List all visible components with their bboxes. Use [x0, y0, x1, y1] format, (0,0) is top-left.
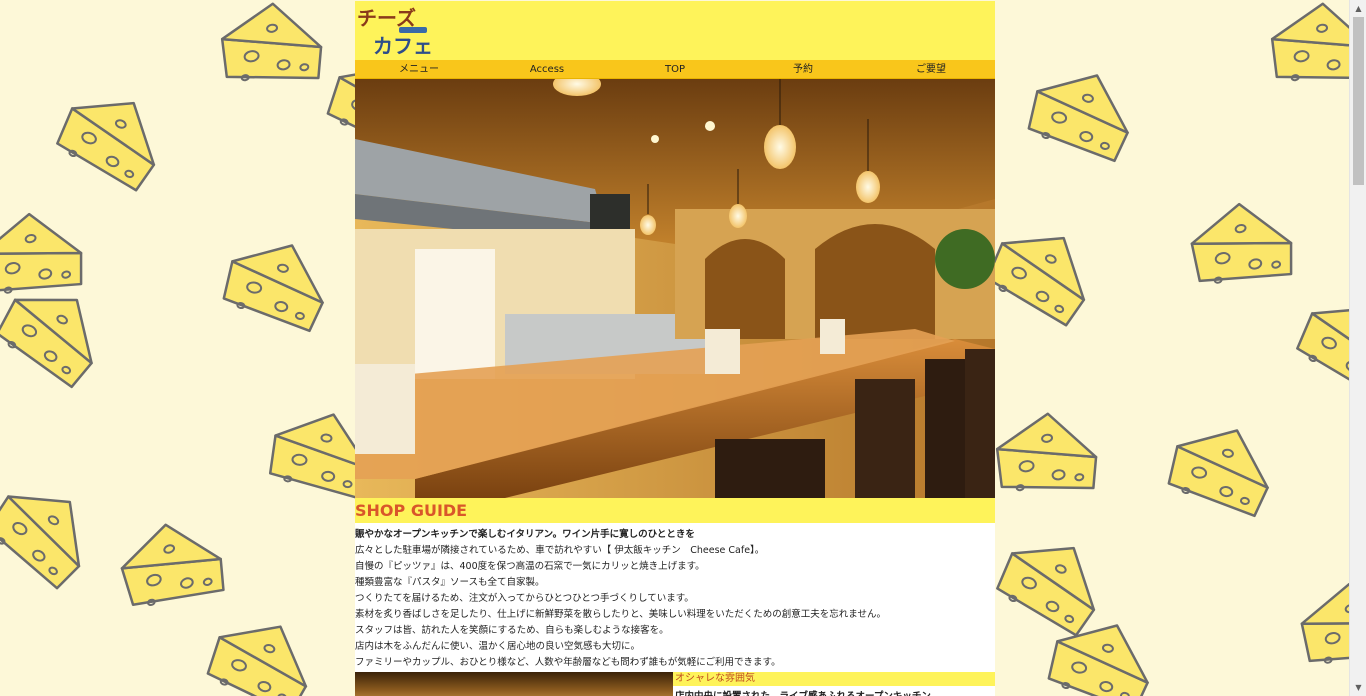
nav-access[interactable]: Access — [483, 60, 611, 78]
shop-guide-text: 賑やかなオープンキッチンで楽しむイタリアン。ワイン片手に寛しのひとときを 広々と… — [355, 523, 995, 671]
guide-line: つくりたてを届けるため、注文が入ってからひとつひとつ手づくりしています。 — [355, 593, 694, 604]
guide-line: 自慢の『ピッツァ』は、400度を保つ高温の石窯で一気にカリッと焼き上げます。 — [355, 561, 705, 572]
cheese-wedge-decoration — [213, 0, 337, 99]
cheese-wedge-decoration — [218, 231, 342, 339]
cheese-wedge-decoration — [1180, 187, 1310, 302]
guide-line: ファミリーやカップル、おひとり様など、人数や年齢層なども問わず誰もが気軽にご利用… — [355, 657, 781, 668]
triangle-up-icon[interactable]: ▲ — [1350, 0, 1366, 17]
cheese-wedge-decoration — [200, 607, 330, 696]
svg-text:カフェ: カフェ — [373, 34, 433, 58]
guide-line: 種類豊富な『パスタ』ソースも全て自家製。 — [355, 577, 545, 588]
guide-line: 素材を炙り香ばしさを足したり、仕上げに新鮮野菜を散らしたりと、美味しい料理をいた… — [355, 609, 886, 620]
restaurant-interior-illustration — [355, 79, 995, 498]
page-scrollbar[interactable]: ▲ ▼ — [1349, 0, 1366, 696]
nav-menu[interactable]: メニュー — [355, 60, 483, 78]
cheese-wedge-decoration — [48, 79, 182, 201]
shop-guide-title: SHOP GUIDE — [355, 498, 995, 523]
cheese-wedge-decoration — [988, 401, 1112, 509]
cheese-wedge-decoration — [0, 271, 124, 399]
cheese-wedge-decoration — [108, 504, 242, 626]
guide-line: 店内は木をふんだんに使い、温かく居心地の良い空気感も大切に。 — [355, 641, 641, 652]
guide-line: スタッフは皆、訪れた人を笑顔にするため、自らも楽しむような接客を。 — [355, 625, 669, 636]
svg-text:チーズ: チーズ — [357, 6, 416, 30]
main-nav: メニュー Access TOP 予約 ご要望 — [355, 60, 995, 79]
guide-lead: 賑やかなオープンキッチンで楽しむイタリアン。ワイン片手に寛しのひとときを — [355, 529, 695, 540]
cheese-wedge-decoration — [1163, 416, 1287, 524]
scrollbar-thumb[interactable] — [1353, 17, 1364, 185]
nav-reservation[interactable]: 予約 — [739, 60, 867, 78]
feature-section: オシャレな雰囲気 店内中央に設置された、ライブ感あふれるオープンキッチン — [355, 672, 995, 696]
feature-image — [355, 672, 673, 696]
nav-top[interactable]: TOP — [611, 60, 739, 78]
feature-title: オシャレな雰囲気 — [673, 672, 995, 686]
cheese-wedge-decoration — [1023, 61, 1147, 169]
cheese-wedge-decoration — [978, 214, 1112, 336]
feature-text: 店内中央に設置された、ライブ感あふれるオープンキッチン — [675, 688, 995, 696]
hero-image-restaurant-interior — [355, 79, 995, 498]
triangle-down-icon[interactable]: ▼ — [1350, 679, 1366, 696]
cheese-wedge-decoration — [0, 469, 115, 602]
cheese-cafe-logo[interactable]: チーズ カフェ — [355, 3, 439, 59]
site-header: チーズ カフェ — [355, 1, 995, 60]
nav-requests[interactable]: ご要望 — [867, 60, 995, 78]
guide-line: 広々とした駐車場が隣接されているため、車で訪れやすい【 伊太飯キッチン Chee… — [355, 545, 765, 556]
page-container: チーズ カフェ メニュー Access TOP 予約 ご要望 SHOP GUID… — [355, 1, 995, 696]
